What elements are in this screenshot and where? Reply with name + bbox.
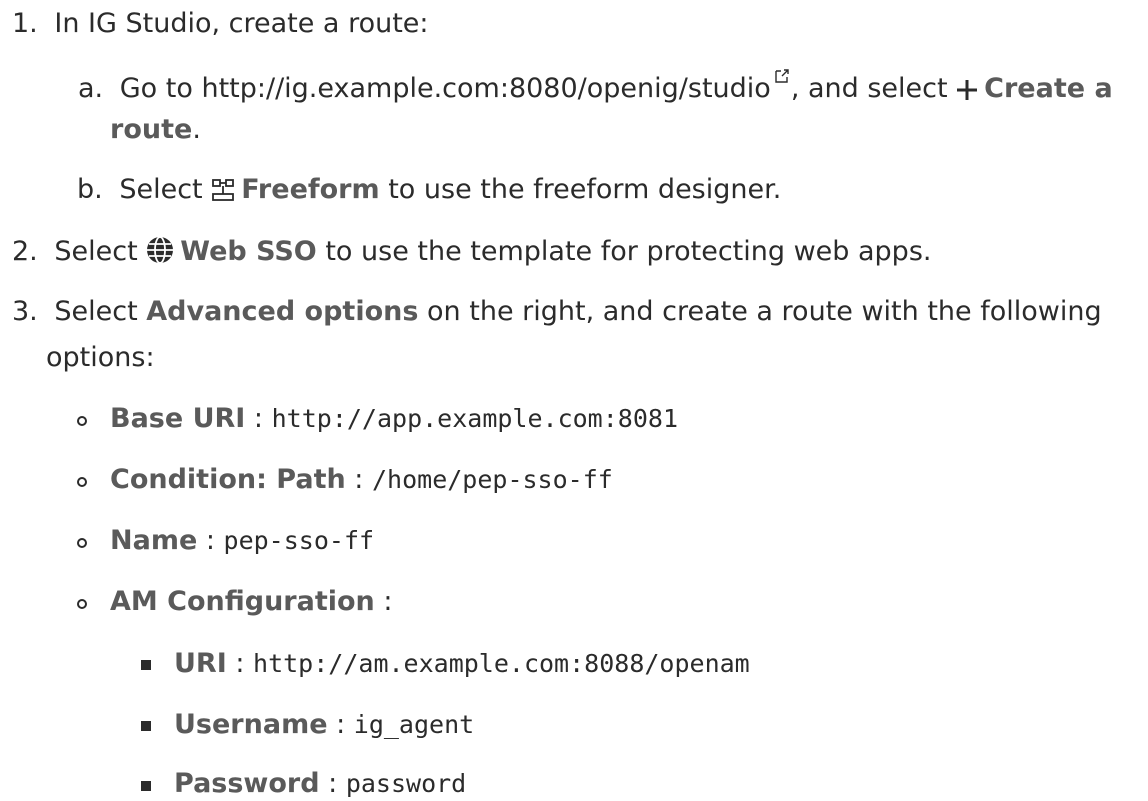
option-separator: :: [197, 525, 224, 556]
bullet-square: [141, 781, 151, 791]
option-condition-path: Condition: Path : /home/pep-sso-ff: [110, 463, 613, 497]
step-1a-cont: route.: [110, 113, 201, 147]
create-route-label: Create a: [984, 73, 1113, 104]
create-route-label-cont: route: [110, 114, 193, 145]
option-label: Name: [110, 525, 198, 556]
option-separator: :: [226, 648, 254, 679]
plus-icon: [957, 80, 978, 100]
am-option-username: Username : ig_agent: [174, 708, 474, 742]
step-3: 3. Select Advanced options on the right,…: [12, 295, 1102, 329]
step-1b-post: to use the freeform designer.: [379, 174, 782, 205]
am-option-uri: URI : http://am.example.com:8088/openam: [174, 647, 750, 681]
studio-link[interactable]: http://ig.example.com:8080/openig/studio: [201, 69, 790, 104]
am-option-value: http://am.example.com:8088/openam: [253, 649, 750, 678]
option-value: pep-sso-ff: [223, 526, 375, 555]
option-label: Base URI: [110, 403, 246, 434]
studio-link-text: http://ig.example.com:8080/openig/studio: [201, 73, 771, 104]
step-1-number: 1.: [12, 8, 38, 39]
option-value: http://app.example.com:8081: [271, 404, 678, 433]
step-1a-pre: Go to: [119, 73, 202, 104]
step-2-number: 2.: [12, 236, 38, 267]
am-option-value: password: [345, 769, 467, 798]
step-1a-end: .: [192, 114, 201, 145]
am-option-label: Password: [174, 768, 320, 799]
option-separator: :: [245, 403, 272, 434]
step-1a-mid: , and select: [790, 73, 957, 104]
option-separator: :: [345, 464, 372, 495]
web-sso-label: Web SSO: [180, 236, 317, 267]
step-3-post: on the right, and create a route with th…: [418, 296, 1102, 327]
step-1: 1. In IG Studio, create a route:: [12, 7, 429, 41]
am-option-label: Username: [174, 709, 328, 740]
step-1a: a. Go to http://ig.example.com:8080/open…: [78, 67, 1113, 104]
advanced-options-label: Advanced options: [146, 296, 419, 327]
option-label: Condition: Path: [110, 464, 346, 495]
option-label: AM Configuration: [110, 586, 375, 617]
step-3-pre: Select: [54, 296, 147, 327]
bullet-square: [141, 660, 151, 670]
step-1b: b. Select Freeform to use the freeform d…: [77, 173, 781, 207]
step-1a-letter: a.: [78, 73, 104, 104]
freeform-icon: [212, 179, 235, 201]
bullet-circle: [77, 416, 87, 426]
option-value: /home/pep-sso-ff: [371, 465, 613, 494]
option-separator: :: [319, 768, 346, 799]
am-option-password: Password : password: [174, 767, 466, 801]
step-3-cont: options:: [46, 341, 155, 375]
option-base-uri: Base URI : http://app.example.com:8081: [110, 402, 678, 436]
option-am-configuration: AM Configuration :: [110, 585, 392, 619]
step-2-post: to use the template for protecting web a…: [316, 236, 932, 267]
globe-icon: [147, 236, 174, 264]
bullet-circle: [77, 538, 87, 548]
freeform-label: Freeform: [241, 174, 380, 205]
option-name: Name : pep-sso-ff: [110, 524, 374, 558]
step-1-text: In IG Studio, create a route:: [54, 8, 429, 39]
bullet-circle: [77, 599, 87, 609]
step-1b-letter: b.: [77, 174, 103, 205]
instructions-document: 1. In IG Studio, create a route: a. Go t…: [0, 0, 1148, 800]
bullet-square: [141, 721, 151, 731]
am-option-label: URI: [174, 648, 227, 679]
step-2: 2. Select Web SSO to use the template fo…: [12, 235, 931, 269]
option-separator: :: [327, 709, 354, 740]
step-1b-pre: Select: [119, 174, 212, 205]
step-3-number: 3.: [12, 296, 38, 327]
am-option-value: ig_agent: [353, 710, 475, 739]
bullet-circle: [77, 477, 87, 487]
step-3-cont-text: options:: [46, 342, 155, 373]
option-separator: :: [374, 586, 393, 617]
step-2-pre: Select: [54, 236, 147, 267]
external-link-icon: [775, 69, 789, 83]
